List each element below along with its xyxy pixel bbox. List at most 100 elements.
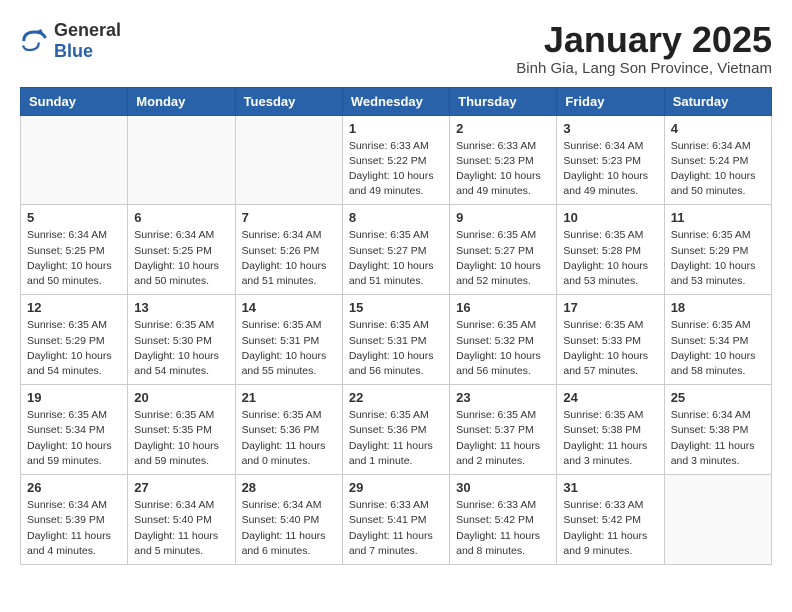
location-subtitle: Binh Gia, Lang Son Province, Vietnam: [516, 60, 772, 77]
calendar-cell: 29 Sunrise: 6:33 AMSunset: 5:41 PMDayligh…: [342, 475, 449, 565]
day-info: Sunrise: 6:34 AMSunset: 5:39 PMDaylight:…: [27, 498, 121, 559]
logo-text: General Blue: [54, 20, 121, 62]
calendar-table: SundayMondayTuesdayWednesdayThursdayFrid…: [20, 87, 772, 565]
calendar-cell: 19 Sunrise: 6:35 AMSunset: 5:34 PMDayligh…: [21, 385, 128, 475]
day-number: 15: [349, 300, 443, 315]
day-number: 1: [349, 121, 443, 136]
logo-general-text: General: [54, 20, 121, 41]
weekday-header-tuesday: Tuesday: [235, 87, 342, 115]
logo-icon: [20, 26, 50, 56]
day-number: 9: [456, 210, 550, 225]
calendar-cell: 25Sunrise: 6:34 AMSunset: 5:38 PMDayligh…: [664, 385, 771, 475]
day-info: Sunrise: 6:35 AMSunset: 5:38 PMDaylight:…: [563, 408, 657, 469]
day-info: Sunrise: 6:34 AMSunset: 5:25 PMDaylight:…: [27, 228, 121, 289]
day-number: 8: [349, 210, 443, 225]
day-info: Sunrise: 6:33 AMSunset: 5:42 PMDaylight:…: [456, 498, 550, 559]
day-number: 19: [27, 390, 121, 405]
day-info: Sunrise: 6:34 AMSunset: 5:26 PMDaylight:…: [242, 228, 336, 289]
weekday-header-saturday: Saturday: [664, 87, 771, 115]
day-info: Sunrise: 6:35 AMSunset: 5:31 PMDaylight:…: [349, 318, 443, 379]
calendar-cell: 22Sunrise: 6:35 AMSunset: 5:36 PMDayligh…: [342, 385, 449, 475]
header: General Blue January 2025 Binh Gia, Lang…: [20, 20, 772, 77]
day-number: 2: [456, 121, 550, 136]
day-info: Sunrise: 6:34 AMSunset: 5:38 PMDaylight:…: [671, 408, 765, 469]
logo-blue-text: Blue: [54, 41, 121, 62]
day-info: Sunrise: 6:35 AMSunset: 5:29 PMDaylight:…: [27, 318, 121, 379]
day-info: Sunrise: 6:34 AMSunset: 5:40 PMDaylight:…: [134, 498, 228, 559]
calendar-cell: 9 Sunrise: 6:35 AMSunset: 5:27 PMDaylight…: [450, 205, 557, 295]
weekday-header-friday: Friday: [557, 87, 664, 115]
day-number: 13: [134, 300, 228, 315]
day-info: Sunrise: 6:34 AMSunset: 5:40 PMDaylight:…: [242, 498, 336, 559]
day-number: 4: [671, 121, 765, 136]
week-row-3: 12Sunrise: 6:35 AMSunset: 5:29 PMDayligh…: [21, 295, 772, 385]
day-number: 10: [563, 210, 657, 225]
logo: General Blue: [20, 20, 121, 62]
day-number: 26: [27, 480, 121, 495]
calendar-cell: 5Sunrise: 6:34 AMSunset: 5:25 PMDaylight…: [21, 205, 128, 295]
day-number: 7: [242, 210, 336, 225]
day-number: 17: [563, 300, 657, 315]
week-row-5: 26 Sunrise: 6:34 AMSunset: 5:39 PMDayligh…: [21, 475, 772, 565]
day-number: 14: [242, 300, 336, 315]
week-row-2: 5Sunrise: 6:34 AMSunset: 5:25 PMDaylight…: [21, 205, 772, 295]
calendar-cell: [235, 115, 342, 205]
day-number: 20: [134, 390, 228, 405]
calendar-cell: 30 Sunrise: 6:33 AMSunset: 5:42 PMDayligh…: [450, 475, 557, 565]
day-info: Sunrise: 6:33 AMSunset: 5:42 PMDaylight:…: [563, 498, 657, 559]
weekday-header-sunday: Sunday: [21, 87, 128, 115]
month-title: January 2025: [516, 20, 772, 60]
calendar-cell: 28 Sunrise: 6:34 AMSunset: 5:40 PMDayligh…: [235, 475, 342, 565]
day-info: Sunrise: 6:35 AMSunset: 5:27 PMDaylight:…: [456, 228, 550, 289]
day-number: 27: [134, 480, 228, 495]
day-info: Sunrise: 6:35 AMSunset: 5:35 PMDaylight:…: [134, 408, 228, 469]
week-row-1: 1 Sunrise: 6:33 AMSunset: 5:22 PMDaylight…: [21, 115, 772, 205]
day-info: Sunrise: 6:34 AMSunset: 5:25 PMDaylight:…: [134, 228, 228, 289]
day-info: Sunrise: 6:35 AMSunset: 5:37 PMDaylight:…: [456, 408, 550, 469]
calendar-cell: [128, 115, 235, 205]
calendar-cell: 8Sunrise: 6:35 AMSunset: 5:27 PMDaylight…: [342, 205, 449, 295]
calendar-cell: 31Sunrise: 6:33 AMSunset: 5:42 PMDayligh…: [557, 475, 664, 565]
day-info: Sunrise: 6:35 AMSunset: 5:33 PMDaylight:…: [563, 318, 657, 379]
day-number: 3: [563, 121, 657, 136]
day-info: Sunrise: 6:35 AMSunset: 5:31 PMDaylight:…: [242, 318, 336, 379]
calendar-cell: 4 Sunrise: 6:34 AMSunset: 5:24 PMDaylight…: [664, 115, 771, 205]
day-number: 21: [242, 390, 336, 405]
day-number: 29: [349, 480, 443, 495]
day-info: Sunrise: 6:35 AMSunset: 5:30 PMDaylight:…: [134, 318, 228, 379]
weekday-header-monday: Monday: [128, 87, 235, 115]
calendar-cell: 12Sunrise: 6:35 AMSunset: 5:29 PMDayligh…: [21, 295, 128, 385]
day-number: 30: [456, 480, 550, 495]
calendar-cell: 18 Sunrise: 6:35 AMSunset: 5:34 PMDayligh…: [664, 295, 771, 385]
calendar-cell: 16Sunrise: 6:35 AMSunset: 5:32 PMDayligh…: [450, 295, 557, 385]
day-info: Sunrise: 6:35 AMSunset: 5:29 PMDaylight:…: [671, 228, 765, 289]
calendar-cell: [21, 115, 128, 205]
day-info: Sunrise: 6:34 AMSunset: 5:24 PMDaylight:…: [671, 139, 765, 200]
calendar-cell: 17 Sunrise: 6:35 AMSunset: 5:33 PMDayligh…: [557, 295, 664, 385]
calendar-cell: [664, 475, 771, 565]
calendar-cell: 13 Sunrise: 6:35 AMSunset: 5:30 PMDayligh…: [128, 295, 235, 385]
day-info: Sunrise: 6:34 AMSunset: 5:23 PMDaylight:…: [563, 139, 657, 200]
calendar-cell: 10 Sunrise: 6:35 AMSunset: 5:28 PMDayligh…: [557, 205, 664, 295]
day-number: 18: [671, 300, 765, 315]
calendar-cell: 2Sunrise: 6:33 AMSunset: 5:23 PMDaylight…: [450, 115, 557, 205]
day-number: 28: [242, 480, 336, 495]
calendar-cell: 1 Sunrise: 6:33 AMSunset: 5:22 PMDaylight…: [342, 115, 449, 205]
calendar-cell: 26 Sunrise: 6:34 AMSunset: 5:39 PMDayligh…: [21, 475, 128, 565]
calendar-cell: 6Sunrise: 6:34 AMSunset: 5:25 PMDaylight…: [128, 205, 235, 295]
day-info: Sunrise: 6:35 AMSunset: 5:36 PMDaylight:…: [242, 408, 336, 469]
day-info: Sunrise: 6:35 AMSunset: 5:34 PMDaylight:…: [671, 318, 765, 379]
day-info: Sunrise: 6:33 AMSunset: 5:22 PMDaylight:…: [349, 139, 443, 200]
calendar-cell: 21 Sunrise: 6:35 AMSunset: 5:36 PMDayligh…: [235, 385, 342, 475]
day-info: Sunrise: 6:35 AMSunset: 5:34 PMDaylight:…: [27, 408, 121, 469]
day-number: 23: [456, 390, 550, 405]
day-info: Sunrise: 6:33 AMSunset: 5:41 PMDaylight:…: [349, 498, 443, 559]
calendar-cell: 20 Sunrise: 6:35 AMSunset: 5:35 PMDayligh…: [128, 385, 235, 475]
calendar-cell: 23 Sunrise: 6:35 AMSunset: 5:37 PMDayligh…: [450, 385, 557, 475]
calendar-cell: 15 Sunrise: 6:35 AMSunset: 5:31 PMDayligh…: [342, 295, 449, 385]
calendar-cell: 11 Sunrise: 6:35 AMSunset: 5:29 PMDayligh…: [664, 205, 771, 295]
day-info: Sunrise: 6:35 AMSunset: 5:28 PMDaylight:…: [563, 228, 657, 289]
day-number: 11: [671, 210, 765, 225]
weekday-header-thursday: Thursday: [450, 87, 557, 115]
title-section: January 2025 Binh Gia, Lang Son Province…: [516, 20, 772, 77]
